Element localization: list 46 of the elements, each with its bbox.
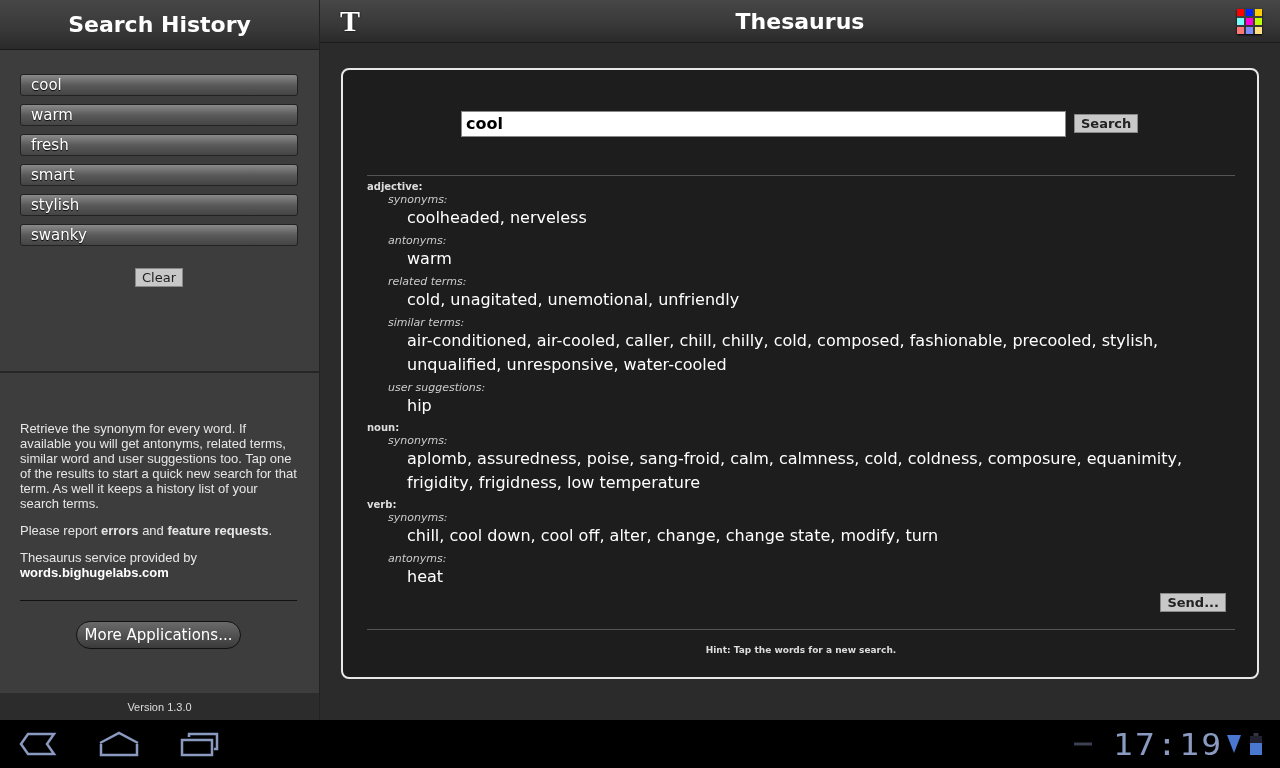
history-item[interactable]: stylish (20, 194, 298, 216)
category-label: related terms: (388, 275, 468, 288)
term-list[interactable]: chill, cool down, cool off, alter, change, change state, modify, turn (407, 524, 1235, 548)
category-label: synonyms: (388, 434, 449, 447)
description-text: Retrieve the synonym for every word. If available you will get antonyms, related terms, similar word and user suggestions too. Tap one of the results to start a quick new search for that term. As well it keeps a history list of your search terms. (20, 421, 297, 511)
battery-icon (1250, 733, 1262, 755)
hint-text: Hint: Tap the words for a new search. (704, 644, 898, 657)
panel-title: Search History (68, 12, 251, 37)
category-label: synonyms: (388, 193, 449, 206)
send-button[interactable]: Send... (1160, 593, 1226, 612)
term-list[interactable]: air-conditioned, air-cooled, caller, chill, chilly, cold, composed, fashionable, precooled, stylish, unqualified, unresponsive, water-cooled (407, 329, 1235, 377)
part-of-speech-label: verb: (367, 499, 398, 511)
history-item[interactable]: swanky (20, 224, 298, 246)
home-icon[interactable] (98, 731, 140, 757)
history-item[interactable]: cool (20, 74, 298, 96)
history-item[interactable]: fresh (20, 134, 298, 156)
recent-apps-icon[interactable] (180, 731, 220, 757)
term-list[interactable]: hip (407, 394, 1235, 418)
term-list[interactable]: warm (407, 247, 1235, 271)
history-item[interactable]: warm (20, 104, 298, 126)
color-grid-icon[interactable] (1237, 8, 1262, 34)
search-button[interactable]: Search (1074, 114, 1139, 133)
history-item[interactable]: smart (20, 164, 298, 186)
category-label: synonyms: (388, 511, 449, 524)
part-of-speech-label: noun: (367, 422, 401, 434)
term-list[interactable]: coolheaded, nerveless (407, 206, 1235, 230)
term-list[interactable]: heat (407, 565, 1235, 589)
category-label: antonyms: (388, 552, 448, 565)
more-applications-button[interactable]: More Applications... (76, 621, 241, 649)
credit-link[interactable]: words.bighugelabs.com (20, 565, 169, 580)
app-logo: T (340, 4, 360, 38)
version-text: Version 1.3.0 (127, 700, 192, 713)
part-of-speech-label: adjective: (367, 181, 424, 193)
term-list[interactable]: aplomb, assuredness, poise, sang-froid, calm, calmness, cold, coldness, composure, equanimity, frigidity, frigidness, low temperature (407, 447, 1235, 495)
search-field[interactable]: cool (461, 110, 1066, 137)
category-label: similar terms: (388, 316, 466, 329)
category-label: antonyms: (388, 234, 448, 247)
signal-icon (1226, 734, 1242, 754)
back-icon[interactable] (18, 731, 58, 757)
clear-button[interactable]: Clear (135, 268, 183, 287)
category-label: user suggestions: (388, 381, 487, 394)
report-text: Please report errors and feature requests. (20, 523, 274, 538)
clock-time[interactable]: 17:19 (1112, 726, 1223, 762)
credit-text: Thesaurus service provided by (20, 550, 198, 565)
term-list[interactable]: cold, unagitated, unemotional, unfriendly (407, 288, 1235, 312)
app-title: Thesaurus (734, 8, 866, 34)
